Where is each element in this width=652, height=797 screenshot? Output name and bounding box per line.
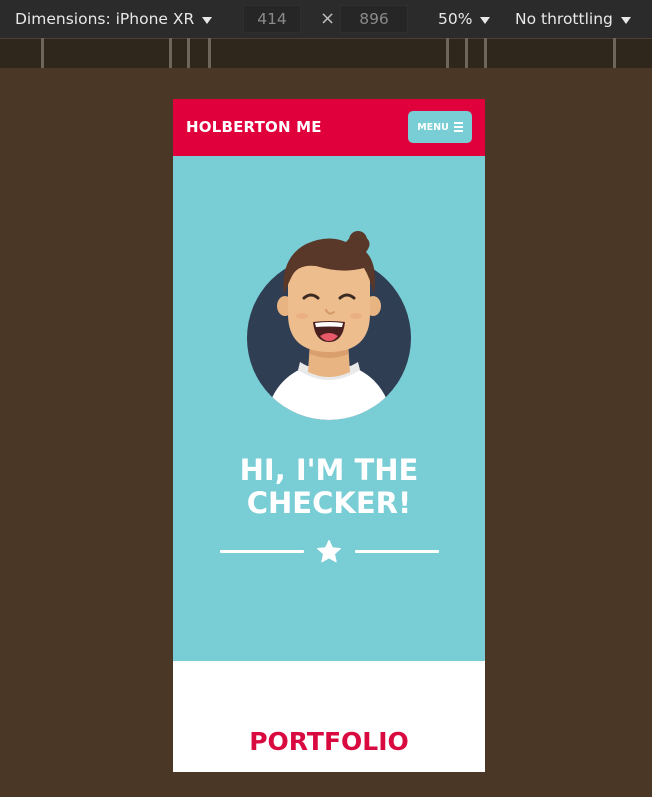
zoom-dropdown[interactable]: 50% [438,0,491,38]
media-query-ruler[interactable] [0,38,652,68]
avatar [247,231,411,420]
ruler-marker[interactable] [187,38,190,68]
site-header: HOLBERTON ME MENU [173,99,485,156]
ruler-marker[interactable] [484,38,487,68]
zoom-label: 50% [438,10,473,28]
portfolio-title: PORTFOLIO [249,727,409,756]
site-brand[interactable]: HOLBERTON ME [186,118,322,136]
divider-line-left [220,550,304,553]
star-icon [317,539,341,563]
hero-section: HI, I'M THE CHECKER! [173,156,485,661]
ruler-marker[interactable] [465,38,468,68]
dimensions-label: Dimensions: iPhone XR [15,10,195,28]
caret-down-icon [480,16,491,24]
hero-title: HI, I'M THE CHECKER! [173,454,485,520]
hero-title-line-1: HI, I'M THE [239,453,419,487]
menu-label: MENU [417,121,449,133]
throttling-label: No throttling [515,10,613,28]
throttling-dropdown[interactable]: No throttling [515,0,631,38]
ruler-marker[interactable] [208,38,211,68]
height-input[interactable]: 896 [340,5,408,33]
devtools-toolbar: Dimensions: iPhone XR 414 × 896 50% No t… [0,0,652,38]
device-viewport: HOLBERTON ME MENU HI, I'M THE CHECKER! P… [173,99,485,772]
menu-button[interactable]: MENU [408,111,472,143]
divider-line-right [355,550,439,553]
times-symbol: × [320,8,336,29]
ruler-marker[interactable] [446,38,449,68]
ruler-top-line [0,38,652,39]
hero-title-line-2: CHECKER! [246,486,412,520]
caret-down-icon [202,16,213,24]
portfolio-section: PORTFOLIO [173,661,485,772]
ruler-marker[interactable] [169,38,172,68]
ruler-marker[interactable] [613,38,616,68]
caret-down-icon [620,16,631,24]
dimensions-dropdown[interactable]: Dimensions: iPhone XR [15,0,213,38]
width-input[interactable]: 414 [243,5,301,33]
ruler-marker[interactable] [41,38,44,68]
hamburger-icon [453,122,463,132]
